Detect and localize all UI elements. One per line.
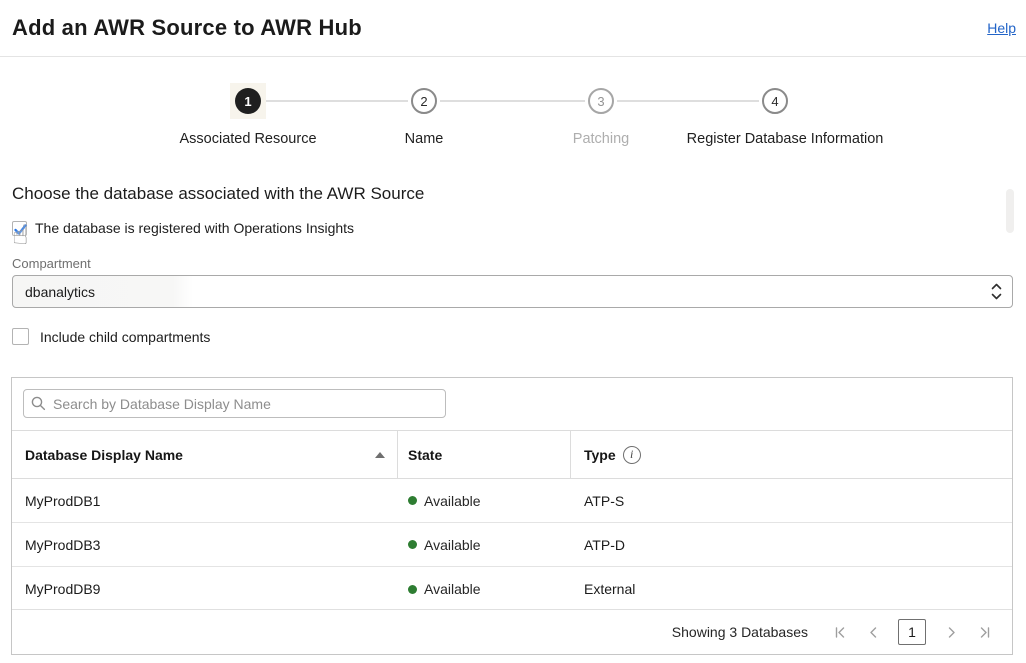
search-field-wrap [23, 389, 446, 418]
column-header-label: Type [584, 447, 616, 463]
cell-type: ATP-S [571, 493, 1012, 509]
previous-page-icon [867, 626, 880, 639]
available-status-icon [408, 496, 417, 505]
cell-state: Available [398, 537, 571, 553]
scrollbar-thumb[interactable] [1006, 189, 1014, 233]
dialog-header: Add an AWR Source to AWR Hub Help [0, 0, 1026, 57]
wizard-stepper: 1 2 3 4 Associated Resource Name Patchin… [0, 57, 1026, 167]
include-child-compartments-row[interactable]: Include child compartments [12, 328, 210, 345]
pagination-next-page-button[interactable] [943, 624, 959, 640]
state-text: Available [424, 493, 481, 509]
registered-with-opsi-checkbox[interactable] [12, 221, 27, 236]
search-icon [31, 396, 46, 411]
available-status-icon [408, 585, 417, 594]
section-title: Choose the database associated with the … [12, 184, 424, 204]
column-header-state: State [398, 431, 571, 478]
registered-with-opsi-checkbox-row[interactable]: The database is registered with Operatio… [12, 220, 354, 236]
step-2-circle[interactable]: 2 [411, 88, 437, 114]
column-header-type: Type i [571, 431, 1012, 478]
add-awr-source-dialog: Add an AWR Source to AWR Hub Help 1 2 3 … [0, 0, 1026, 663]
help-link[interactable]: Help [987, 20, 1016, 36]
stepper-connector [264, 100, 408, 102]
type-info-icon[interactable]: i [623, 446, 641, 464]
page-title: Add an AWR Source to AWR Hub [12, 15, 362, 41]
cell-state: Available [398, 581, 571, 597]
include-child-compartments-checkbox[interactable] [12, 328, 29, 345]
first-page-icon [834, 626, 847, 639]
stepper-connector [440, 100, 585, 102]
pagination-current-page[interactable]: 1 [898, 619, 926, 645]
column-header-database-display-name[interactable]: Database Display Name [12, 431, 398, 478]
column-header-label: State [408, 447, 442, 463]
step-3-label: Patching [573, 131, 629, 147]
table-row[interactable]: MyProdDB1 Available ATP-S [12, 479, 1012, 523]
step-1-circle[interactable]: 1 [235, 88, 261, 114]
sort-ascending-icon [375, 452, 385, 458]
compartment-label: Compartment [12, 256, 91, 271]
pagination-first-page-button[interactable] [832, 624, 848, 640]
column-header-label: Database Display Name [25, 447, 183, 463]
state-text: Available [424, 581, 481, 597]
cell-database-name: MyProdDB9 [12, 581, 398, 597]
cell-state: Available [398, 493, 571, 509]
step-3-number: 3 [597, 94, 604, 109]
registered-with-opsi-label: The database is registered with Operatio… [35, 220, 354, 236]
step-2-label[interactable]: Name [405, 131, 444, 147]
checkmark-icon [12, 221, 29, 238]
stepper-connector [617, 100, 759, 102]
last-page-icon [978, 626, 991, 639]
cell-database-name: MyProdDB3 [12, 537, 398, 553]
pagination-last-page-button[interactable] [976, 624, 992, 640]
step-4-number: 4 [771, 94, 778, 109]
table-row[interactable]: MyProdDB9 Available External [12, 567, 1012, 611]
include-child-compartments-label: Include child compartments [40, 329, 210, 345]
select-updown-chevrons-icon [991, 282, 1002, 301]
step-4-label[interactable]: Register Database Information [687, 131, 884, 147]
table-footer: Showing 3 Databases 1 [12, 609, 1012, 654]
cell-database-name: MyProdDB1 [12, 493, 398, 509]
compartment-selected-value: dbanalytics [25, 284, 95, 300]
step-1-label[interactable]: Associated Resource [179, 131, 316, 147]
step-1-number: 1 [244, 94, 251, 109]
next-page-icon [945, 626, 958, 639]
table-header-row: Database Display Name State Type i [12, 430, 1012, 479]
step-4-circle[interactable]: 4 [762, 88, 788, 114]
available-status-icon [408, 540, 417, 549]
search-input[interactable] [23, 389, 446, 418]
table-body: MyProdDB1 Available ATP-S MyProdDB3 Avai… [12, 479, 1012, 611]
pagination-previous-page-button[interactable] [865, 624, 881, 640]
compartment-select[interactable]: dbanalytics [12, 275, 1013, 308]
step-2-number: 2 [420, 94, 427, 109]
step-3-circle: 3 [588, 88, 614, 114]
cell-type: External [571, 581, 1012, 597]
state-text: Available [424, 537, 481, 553]
cell-type: ATP-D [571, 537, 1012, 553]
row-count-summary: Showing 3 Databases [672, 624, 808, 640]
table-row[interactable]: MyProdDB3 Available ATP-D [12, 523, 1012, 567]
databases-table-card: Database Display Name State Type i MyPro… [11, 377, 1013, 655]
